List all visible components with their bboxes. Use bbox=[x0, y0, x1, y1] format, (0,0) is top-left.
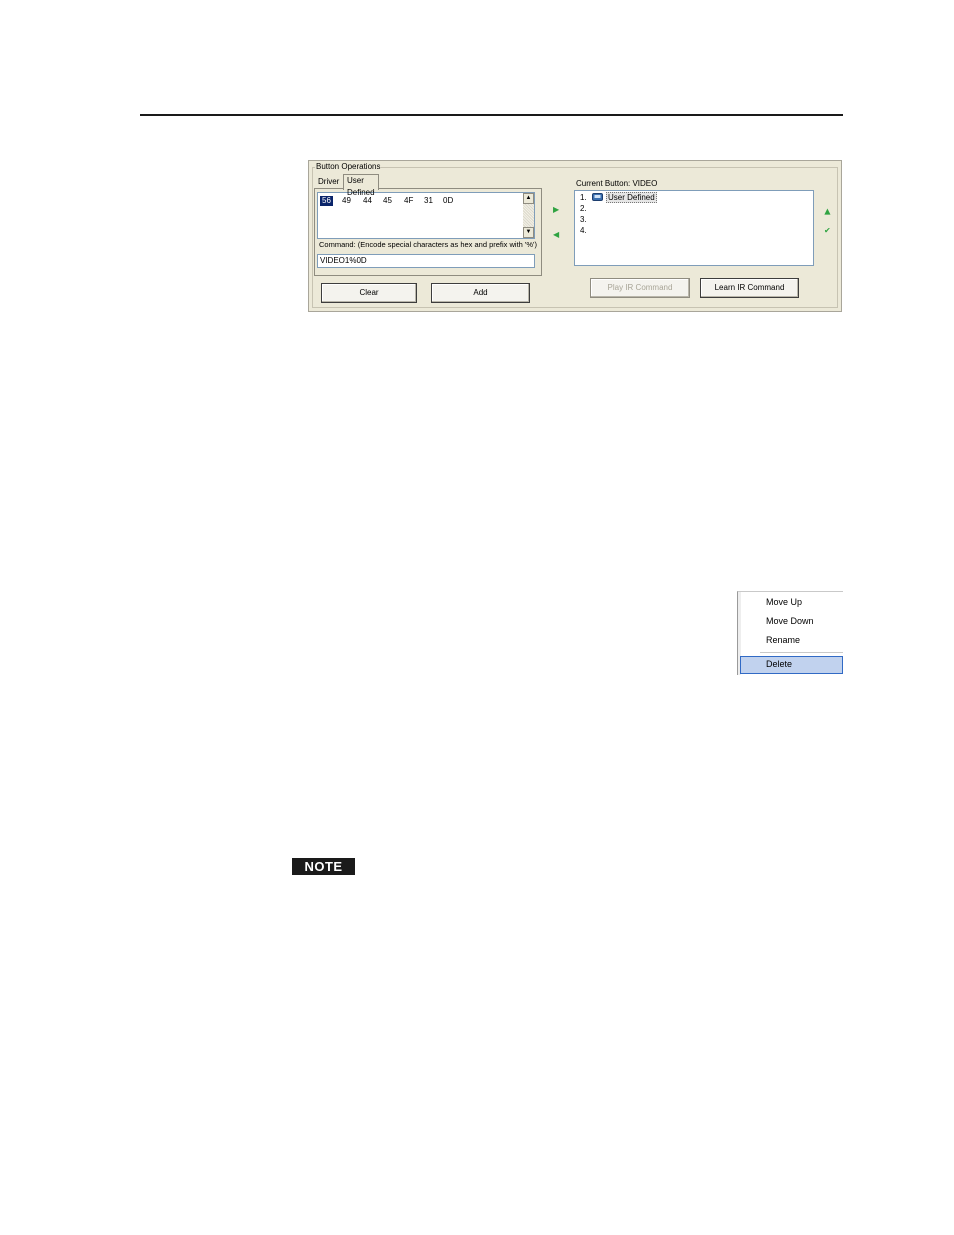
tab-user-defined[interactable]: User Defined bbox=[343, 174, 379, 197]
menu-separator bbox=[760, 652, 843, 653]
tab-driver[interactable]: Driver bbox=[315, 176, 342, 188]
current-button-list[interactable]: 1. User Defined 2. 3. 4. bbox=[574, 190, 814, 266]
note-badge: NOTE bbox=[292, 858, 355, 875]
hex-byte[interactable]: 45 bbox=[381, 196, 394, 206]
hex-byte[interactable]: 4F bbox=[402, 196, 415, 206]
scroll-up-icon[interactable]: ▲ bbox=[523, 193, 534, 204]
hex-bytes-list[interactable]: 56 49 44 45 4F 31 0D ▲ ▼ bbox=[317, 192, 535, 239]
slot-number: 1. bbox=[580, 193, 587, 202]
group-title: Button Operations bbox=[315, 162, 382, 171]
command-input[interactable]: VIDEO1%0D bbox=[317, 254, 535, 268]
add-button[interactable]: Add bbox=[431, 283, 530, 303]
scroll-down-icon[interactable]: ▼ bbox=[523, 227, 534, 238]
hex-byte[interactable]: 0D bbox=[441, 196, 455, 206]
button-operations-panel: Button Operations Driver User Defined 56… bbox=[308, 160, 842, 312]
command-icon bbox=[592, 193, 603, 201]
slot-name[interactable]: User Defined bbox=[606, 192, 657, 203]
slot-number: 3. bbox=[580, 215, 587, 224]
menu-item-move-up[interactable]: Move Up bbox=[766, 597, 802, 608]
hex-byte[interactable]: 56 bbox=[320, 196, 333, 206]
play-ir-command-button[interactable]: Play IR Command bbox=[590, 278, 690, 298]
slot-number: 2. bbox=[580, 204, 587, 213]
add-right-arrow-icon[interactable]: ▶ bbox=[553, 205, 559, 214]
context-menu: Move Up Move Down Rename Delete bbox=[737, 591, 843, 675]
menu-item-move-down[interactable]: Move Down bbox=[766, 616, 814, 627]
slot-number: 4. bbox=[580, 226, 587, 235]
command-label: Command: (Encode special characters as h… bbox=[319, 240, 537, 249]
remove-left-arrow-icon[interactable]: ◀ bbox=[553, 230, 559, 239]
hex-byte[interactable]: 31 bbox=[422, 196, 435, 206]
clear-button[interactable]: Clear bbox=[321, 283, 417, 303]
hex-scrollbar[interactable]: ▲ ▼ bbox=[523, 193, 534, 238]
menu-item-delete[interactable]: Delete bbox=[766, 659, 792, 670]
menu-item-rename[interactable]: Rename bbox=[766, 635, 800, 646]
learn-ir-command-button[interactable]: Learn IR Command bbox=[700, 278, 799, 298]
move-down-arrow-icon[interactable]: ✔ bbox=[824, 226, 831, 235]
header-rule bbox=[140, 114, 843, 116]
current-button-label: Current Button: VIDEO bbox=[576, 179, 658, 188]
move-up-arrow-icon[interactable]: ▶ bbox=[823, 208, 832, 214]
